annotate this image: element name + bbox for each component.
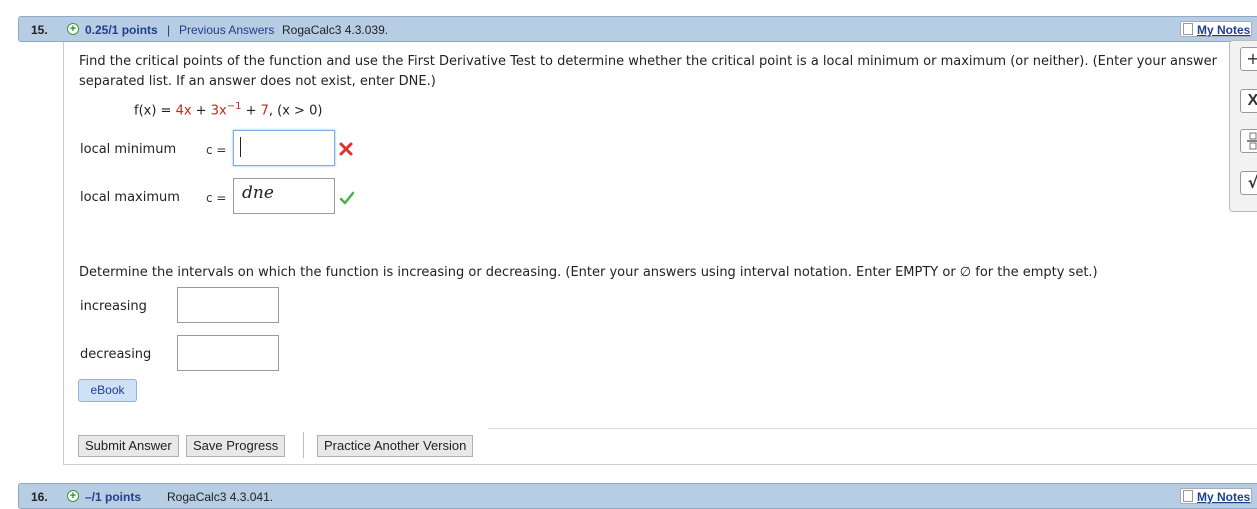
button-separator [303, 432, 304, 458]
points-score: 0.25/1 points [85, 23, 158, 37]
points-score: –/1 points [85, 490, 142, 504]
function-term1: 4x [175, 103, 192, 119]
plus-circle-icon[interactable]: + [67, 490, 79, 502]
save-progress-button[interactable]: Save Progress [186, 435, 286, 457]
separator: | [167, 23, 171, 37]
function-term2: 3x [210, 103, 227, 119]
decreasing-label: decreasing [80, 347, 152, 362]
note-document-icon [1183, 23, 1193, 35]
x-variable-button[interactable]: X [1240, 89, 1257, 113]
note-document-icon [1183, 490, 1193, 502]
incorrect-x-icon [339, 142, 353, 156]
local-maximum-c-equals: c = [206, 191, 227, 205]
problem-intro-line1: Find the critical points of the function… [79, 54, 1218, 69]
local-maximum-value: dne [242, 183, 274, 203]
add-icon[interactable]: + [1240, 47, 1257, 71]
my-notes-label: My Notes [1197, 23, 1251, 37]
increasing-input[interactable] [177, 287, 279, 323]
increasing-label: increasing [80, 299, 147, 314]
text-caret [240, 137, 241, 157]
function-fx: f(x) = [134, 103, 176, 119]
divider-line [488, 428, 1257, 429]
function-plus2: + [241, 103, 261, 119]
local-maximum-input[interactable]: dne [233, 178, 335, 214]
my-notes-button[interactable]: My Notes [1180, 21, 1252, 37]
previous-answers-link[interactable]: Previous Answers [179, 23, 274, 37]
question-code: RogaCalc3 4.3.041. [167, 490, 274, 504]
submit-answer-button[interactable]: Submit Answer [78, 435, 179, 457]
fraction-icon[interactable] [1240, 129, 1257, 153]
local-maximum-label: local maximum [80, 190, 180, 205]
problem-intro-line2: separated list. If an answer does not ex… [79, 74, 436, 89]
function-term3: 7 [260, 103, 269, 119]
sqrt-button[interactable]: √ [1240, 171, 1257, 195]
my-notes-button[interactable]: My Notes [1180, 488, 1252, 504]
decreasing-input[interactable] [177, 335, 279, 371]
fraction-glyph [1247, 132, 1257, 150]
question-number: 15. [31, 23, 48, 37]
local-minimum-label: local minimum [80, 142, 177, 157]
function-plus1: + [191, 103, 211, 119]
function-domain: , (x > 0) [268, 103, 323, 119]
question-16-header: 16. + –/1 points RogaCalc3 4.3.041. My N… [18, 483, 1257, 509]
question-15-header: 15. + 0.25/1 points | Previous Answers R… [18, 16, 1257, 42]
question-number: 16. [31, 490, 48, 504]
math-toolbar: + X √ [1229, 40, 1257, 212]
question-code: RogaCalc3 4.3.039. [282, 23, 389, 37]
practice-another-version-button[interactable]: Practice Another Version [317, 435, 474, 457]
my-notes-label: My Notes [1197, 490, 1251, 504]
local-minimum-c-equals: c = [206, 143, 227, 157]
correct-check-icon [339, 191, 355, 205]
ebook-button[interactable]: eBook [78, 379, 137, 402]
function-expression: f(x) = 4x + 3x−1 + 7, (x > 0) [134, 101, 322, 118]
plus-circle-icon[interactable]: + [67, 23, 79, 35]
intervals-prompt: Determine the intervals on which the fun… [79, 265, 1098, 280]
local-minimum-input[interactable] [233, 130, 335, 166]
function-exponent: −1 [226, 101, 242, 112]
